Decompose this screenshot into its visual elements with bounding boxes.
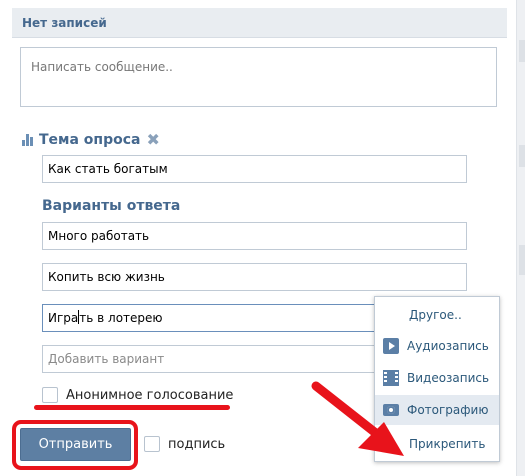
menu-item-label: Прикрепить [409, 437, 486, 451]
signature-label: подпись [168, 436, 226, 452]
menu-item-other[interactable]: Другое.. [375, 300, 499, 330]
side-block [519, 145, 525, 167]
anonymous-checkbox[interactable] [42, 387, 58, 403]
message-input[interactable]: Написать сообщение.. [20, 47, 497, 107]
answer-input-2[interactable]: Копить всю жизнь [42, 263, 467, 291]
menu-item-audio[interactable]: Аудиозапись [375, 331, 499, 361]
answer-input-1[interactable]: Много работать [42, 222, 467, 250]
side-strip [517, 0, 525, 476]
poll-title-row: Тема опроса ✖ [22, 128, 160, 152]
text-cursor [78, 310, 80, 324]
anonymous-option[interactable]: Анонимное голосование [42, 384, 233, 406]
answers-label: Варианты ответа [42, 198, 181, 214]
annotation-arrow [311, 381, 404, 456]
wall-header: Нет записей [12, 8, 507, 38]
poll-question-input[interactable]: Как стать богатым [42, 155, 467, 183]
side-block [519, 245, 525, 275]
poll-chart-icon [22, 134, 33, 146]
side-block [519, 40, 525, 62]
menu-item-label: Аудиозапись [407, 339, 489, 353]
answer-text: Играть в лотерею [48, 310, 163, 325]
menu-item-label: Другое.. [409, 308, 462, 322]
signature-option[interactable]: подпись [144, 434, 225, 454]
signature-checkbox[interactable] [144, 436, 160, 452]
anonymous-label: Анонимное голосование [66, 387, 234, 403]
poll-title-label: Тема опроса [39, 132, 141, 148]
close-icon[interactable]: ✖ [147, 132, 160, 148]
audio-icon [383, 338, 399, 354]
send-button[interactable]: Отправить [20, 428, 131, 461]
annotation-underline [34, 405, 230, 410]
